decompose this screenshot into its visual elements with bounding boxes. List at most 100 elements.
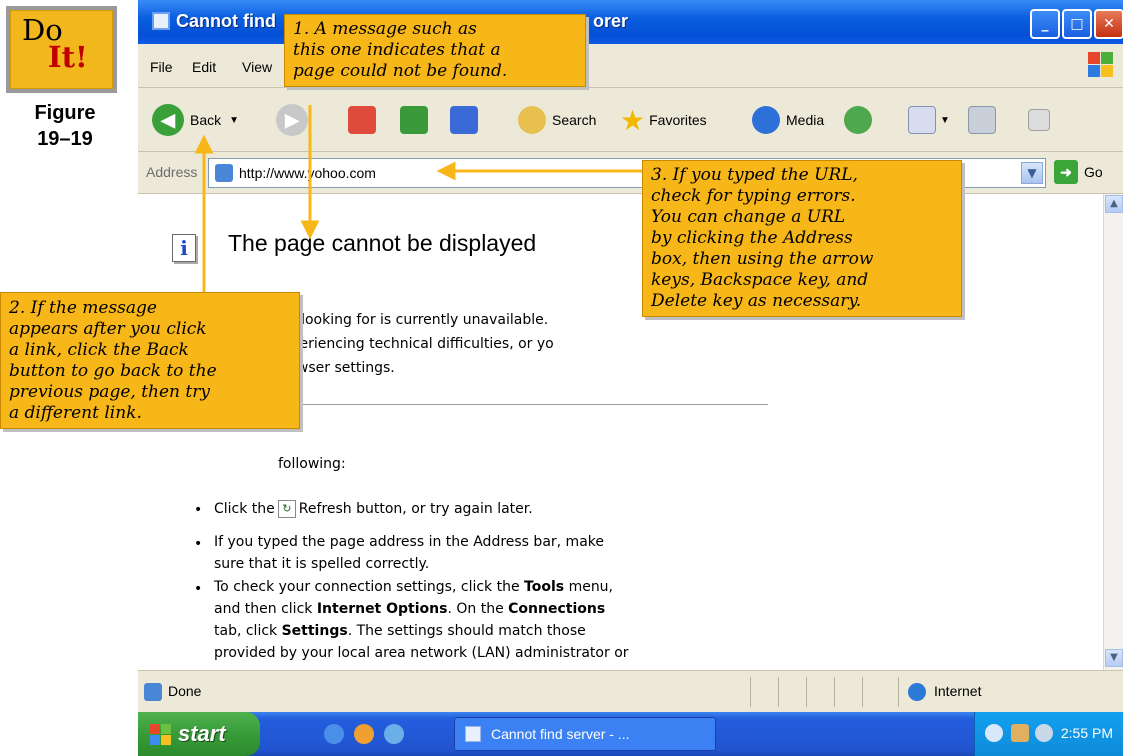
media-button[interactable]: Media: [752, 102, 824, 138]
minimize-button[interactable]: _: [1030, 9, 1060, 39]
callout-2-line: a different link.: [9, 403, 142, 423]
scroll-down-icon[interactable]: ▼: [1105, 649, 1123, 667]
figure-label: Figure 19–19: [10, 100, 120, 152]
status-text: Done: [168, 683, 202, 699]
scroll-up-icon[interactable]: ▲: [1105, 195, 1123, 213]
go-button[interactable]: ➜ Go: [1054, 160, 1103, 184]
callout-3: 3. If you typed the URL, check for typin…: [642, 160, 962, 317]
back-button[interactable]: ◀ Back ▼: [152, 102, 239, 138]
go-label: Go: [1084, 164, 1103, 180]
tray-network-icon[interactable]: [1011, 724, 1029, 742]
inline-refresh-icon: ↻: [277, 500, 296, 518]
edit-button[interactable]: [1028, 102, 1050, 138]
back-arrow-icon: ◀: [152, 104, 184, 136]
tray-expand-icon[interactable]: [985, 724, 1003, 742]
search-label: Search: [552, 112, 597, 128]
clock: 2:55 PM: [1060, 725, 1113, 741]
bullet-3-settings: Settings: [281, 623, 348, 639]
stop-button[interactable]: [348, 102, 376, 138]
window-title: Cannot find: [176, 11, 276, 31]
stop-icon: [348, 106, 376, 134]
callout-2-line: a link, click the Back: [9, 340, 189, 360]
bullet-3-l3-post: . The settings should match those: [347, 623, 586, 639]
callout-1-line: page could not be found.: [293, 61, 508, 81]
home-icon: [450, 106, 478, 134]
address-dropdown-icon[interactable]: ▼: [1021, 162, 1043, 184]
bullet-3-l1-post: menu,: [568, 579, 614, 595]
callout-3-line: check for typing errors.: [651, 186, 856, 206]
content-divider: [238, 404, 768, 405]
callout-3-line: keys, Backspace key, and: [651, 270, 869, 290]
bullet-3-options: Internet Options: [316, 601, 448, 617]
start-button[interactable]: start: [138, 712, 260, 756]
refresh-button[interactable]: [400, 102, 428, 138]
quicklaunch-desktop-icon[interactable]: [384, 724, 404, 744]
bullet-1-post: Refresh button, or try again later.: [298, 501, 533, 517]
close-button[interactable]: ✕: [1094, 9, 1123, 39]
maximize-button[interactable]: □: [1062, 9, 1092, 39]
bullet-3-line1: To check your connection settings, click…: [214, 579, 613, 595]
bullet-3-line2: and then click Internet Options. On the …: [214, 601, 605, 617]
tray-volume-icon[interactable]: [1035, 724, 1053, 742]
address-label: Address: [146, 164, 198, 180]
internet-globe-icon: [908, 683, 926, 701]
status-separator: [898, 677, 899, 707]
search-icon: [518, 106, 546, 134]
zone-text: Internet: [934, 683, 982, 699]
history-button[interactable]: [844, 102, 872, 138]
callout-2-line: appears after you click: [9, 319, 207, 339]
bullet-3-l2-pre: and then click: [214, 601, 313, 617]
windows-flag-icon: [150, 724, 172, 746]
print-icon: [968, 106, 996, 134]
callout-1-line: 1. A message such as: [293, 19, 477, 39]
print-button[interactable]: [968, 102, 996, 138]
bullet-3-line3: tab, click Settings. The settings should…: [214, 623, 586, 639]
bullet-3-l2-mid: . On the: [447, 601, 504, 617]
quicklaunch-ie-icon[interactable]: [324, 724, 344, 744]
menu-file[interactable]: File: [150, 59, 173, 75]
bullet-1: Click the ↻ Refresh button, or try again l…: [214, 500, 533, 518]
status-separator: [750, 677, 751, 707]
edit-icon: [1028, 109, 1050, 131]
refresh-icon: [400, 106, 428, 134]
bullet-dot-3: •: [194, 581, 203, 597]
bullet-3-connections: Connections: [508, 601, 606, 617]
figure-label-line2: 19–19: [37, 128, 93, 150]
menu-edit[interactable]: Edit: [192, 59, 216, 75]
callout-3-line: You can change a URL: [651, 207, 846, 227]
mail-dropdown-icon: ▼: [940, 114, 950, 126]
address-bar: Address http://www.yohoo.com ▼ ➜ Go: [138, 152, 1123, 194]
menu-view[interactable]: View: [242, 59, 272, 75]
favorites-button[interactable]: ★ Favorites: [620, 102, 707, 138]
do-it-badge: Do It!: [6, 6, 117, 93]
media-label: Media: [786, 112, 825, 128]
taskbar-window-button[interactable]: Cannot find server - ...: [454, 717, 716, 751]
callout-2-line: button to go back to the: [9, 361, 217, 381]
callout-1: 1. A message such as this one indicates …: [284, 14, 586, 87]
windows-logo-icon: [1088, 52, 1114, 78]
bullet-1-pre: Click the: [214, 501, 275, 517]
history-icon: [844, 106, 872, 134]
home-button[interactable]: [450, 102, 478, 138]
task-ie-icon: [465, 726, 481, 742]
ie-page-icon: [152, 12, 170, 30]
mail-button[interactable]: ▼: [908, 102, 950, 138]
status-separator: [778, 677, 779, 707]
bullet-2-line2: sure that it is spelled correctly.: [214, 556, 430, 572]
forward-button[interactable]: ▶: [276, 102, 308, 138]
status-separator: [862, 677, 863, 707]
media-icon: [752, 106, 780, 134]
search-button[interactable]: Search: [518, 102, 596, 138]
back-label: Back: [190, 112, 222, 128]
go-arrow-icon: ➜: [1054, 160, 1078, 184]
vertical-scrollbar[interactable]: ▲ ▼: [1103, 194, 1123, 670]
callout-2: 2. If the message appears after you clic…: [0, 292, 300, 429]
bullet-3-l1-pre: To check your connection settings, click…: [214, 579, 520, 595]
bullet-3-l3-pre: tab, click: [214, 623, 278, 639]
forward-arrow-icon: ▶: [276, 104, 308, 136]
status-bar: Done Internet: [138, 670, 1123, 712]
taskbar: start Cannot find server - ... 2:55 PM: [138, 712, 1123, 756]
status-separator: [834, 677, 835, 707]
para1-line1: are looking for is currently unavailable…: [274, 312, 549, 328]
quicklaunch-media-icon[interactable]: [354, 724, 374, 744]
